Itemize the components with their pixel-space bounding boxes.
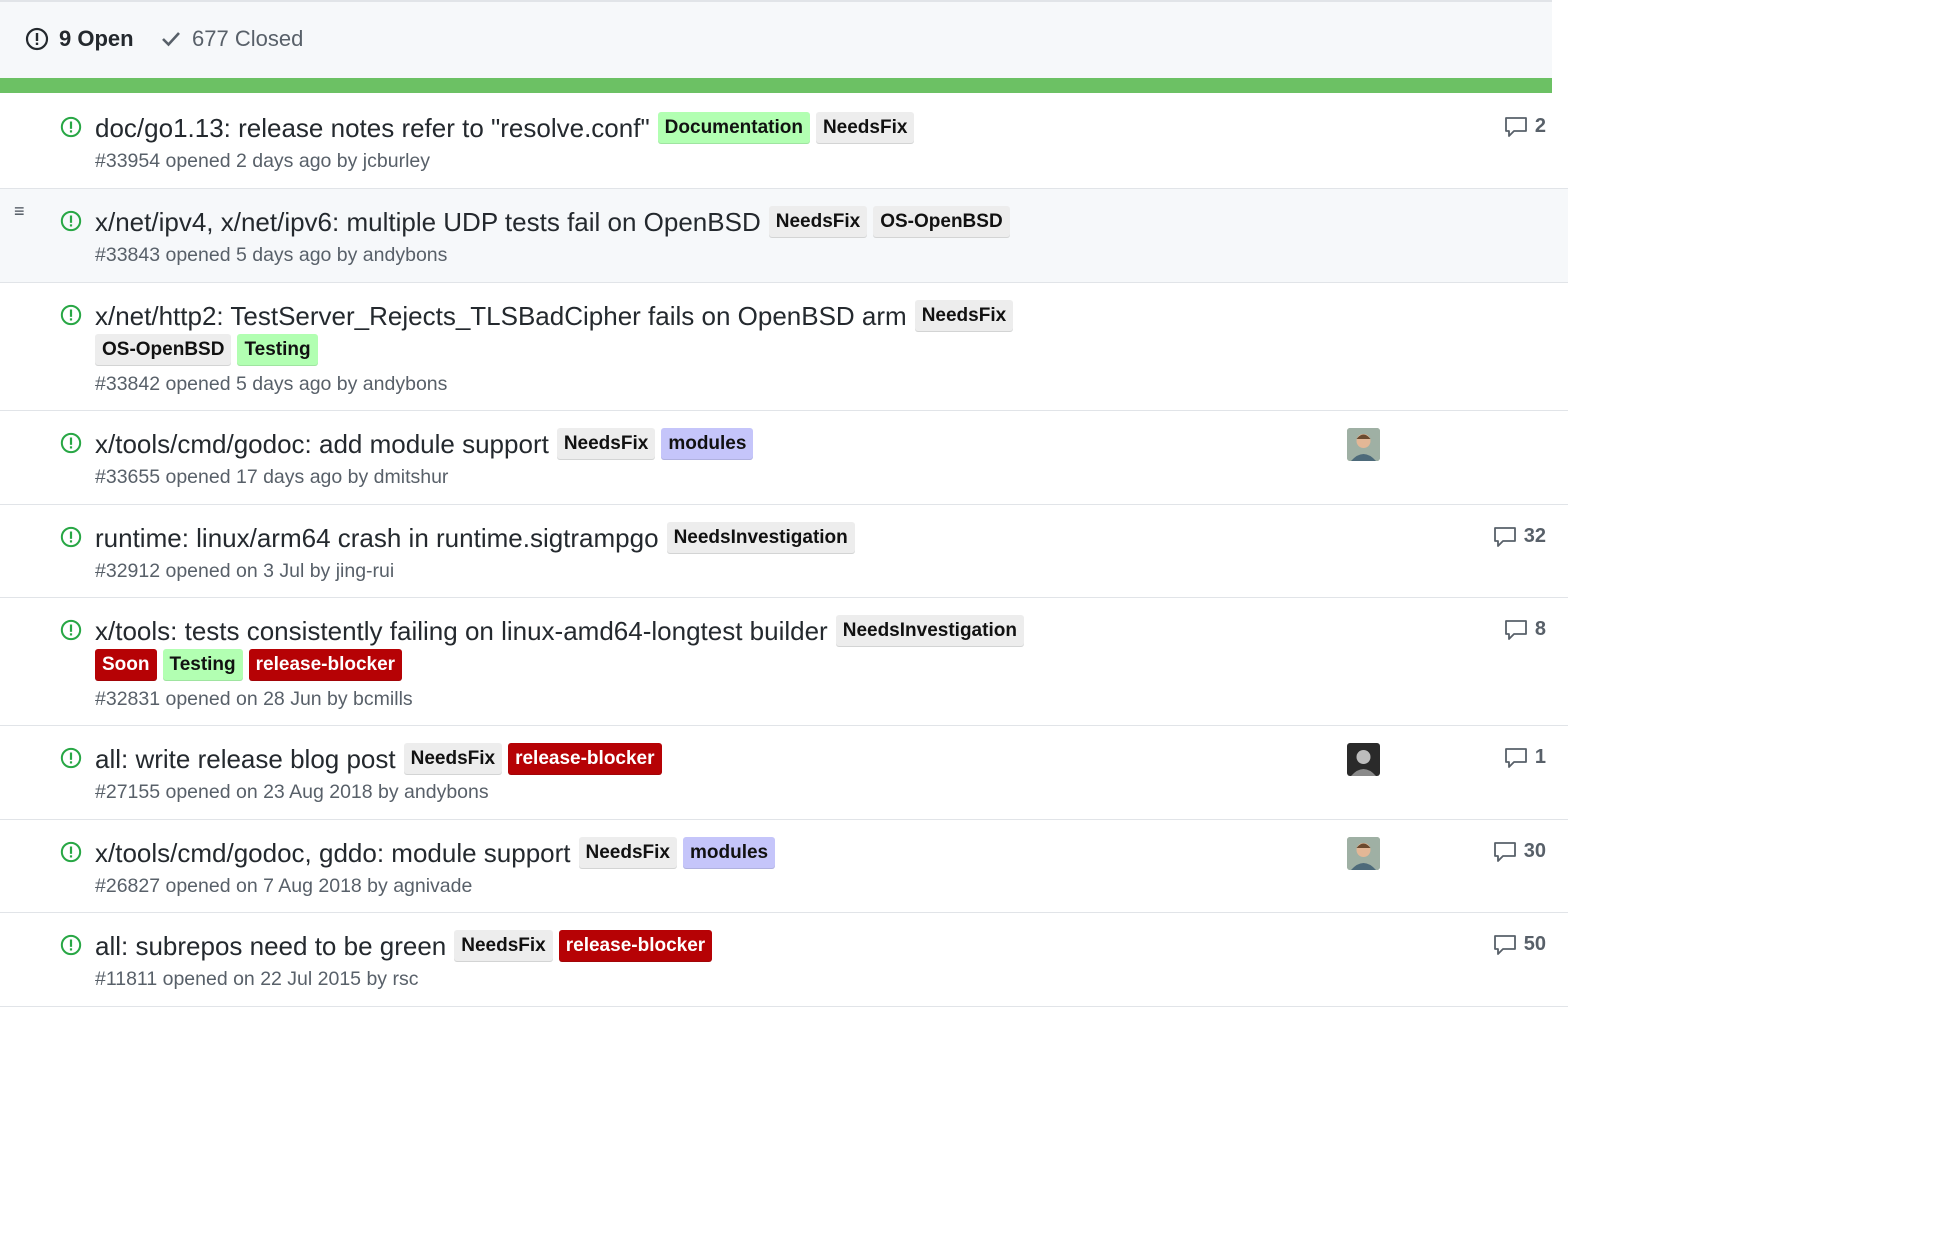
issue-title-line: x/net/http2: TestServer_Rejects_TLSBadCi… [95,300,1019,332]
issue-label[interactable]: Testing [162,649,243,681]
issue-label[interactable]: NeedsFix [578,837,677,869]
issue-row[interactable]: runtime: linux/arm64 crash in runtime.si… [0,505,1568,598]
comments-link[interactable]: 2 [1504,115,1546,138]
comments-link[interactable]: 8 [1504,618,1546,641]
closed-count-label: 677 Closed [192,26,304,51]
issue-title-line: all: write release blog post NeedsFix rele… [95,743,668,775]
issue-label[interactable]: modules [661,428,754,460]
comment-icon [1493,934,1516,955]
issue-title-line: runtime: linux/arm64 crash in runtime.si… [95,522,861,554]
issue-meta: #33954 opened 2 days ago by jcburley [95,150,431,172]
open-count-label: 9 Open [59,26,134,51]
issue-title-link[interactable]: x/net/ipv4, x/net/ipv6: multiple UDP tes… [95,207,761,238]
issue-opened-icon [60,116,82,138]
issue-label[interactable]: release-blocker [248,649,403,681]
comments-link[interactable]: 32 [1493,525,1546,548]
issue-title-line: x/tools: tests consistently failing on l… [95,615,1030,647]
issue-label[interactable]: NeedsInvestigation [835,615,1024,647]
comments-link[interactable]: 1 [1504,746,1546,769]
open-issues-tab[interactable]: 9 Open [25,26,134,52]
comment-count: 2 [1534,115,1546,137]
progress-bar [0,78,1552,93]
issue-title-line: all: subrepos need to be green NeedsFix re… [95,930,718,962]
comment-icon [1504,747,1527,768]
comment-count: 1 [1534,746,1546,768]
issue-opened-icon [60,304,82,326]
issue-label[interactable]: NeedsFix [403,743,503,775]
closed-issues-tab[interactable]: 677 Closed [160,26,303,52]
issue-label[interactable]: Soon [95,649,157,681]
issue-opened-icon [25,27,49,51]
comment-count: 30 [1523,840,1546,862]
issue-label[interactable]: NeedsFix [454,930,553,962]
progress-fill [0,78,1552,93]
issue-opened-icon [60,841,82,863]
assignee-avatar[interactable] [1347,837,1380,870]
comment-icon [1493,841,1516,862]
issue-opened-icon [60,934,82,956]
issue-label[interactable]: NeedsFix [914,300,1014,332]
issue-label[interactable]: Documentation [657,112,810,144]
issue-row[interactable]: ≡ x/net/ipv4, x/net/ipv6: multiple UDP te… [0,189,1568,283]
issue-label[interactable]: NeedsFix [815,112,915,144]
issue-title-link[interactable]: x/tools/cmd/godoc, gddo: module support [95,838,571,869]
issue-labels-line: Soon Testing release-blocker [95,649,408,681]
issue-title-line: x/tools/cmd/godoc, gddo: module support N… [95,837,781,869]
issue-title-link[interactable]: doc/go1.13: release notes refer to "reso… [95,113,650,144]
issue-opened-icon [60,747,82,769]
issue-label[interactable]: NeedsInvestigation [666,522,855,554]
comment-icon [1504,116,1527,137]
issue-title-line: doc/go1.13: release notes refer to "reso… [95,112,920,144]
issue-label[interactable]: NeedsFix [556,428,656,460]
comment-count: 50 [1523,933,1546,955]
issue-title-link[interactable]: x/tools/cmd/godoc: add module support [95,429,549,460]
comment-count: 8 [1534,618,1546,640]
issues-header: 9 Open 677 Closed [0,0,1552,78]
issue-meta: #32912 opened on 3 Jul by jing-rui [95,560,395,582]
issue-row[interactable]: x/net/http2: TestServer_Rejects_TLSBadCi… [0,283,1568,411]
issue-opened-icon [60,210,82,232]
issue-title-link[interactable]: runtime: linux/arm64 crash in runtime.si… [95,523,659,554]
comments-link[interactable]: 50 [1493,933,1546,956]
issue-title-link[interactable]: x/net/http2: TestServer_Rejects_TLSBadCi… [95,301,907,332]
issue-meta: #32831 opened on 28 Jun by bcmills [95,688,413,710]
issue-title-link[interactable]: x/tools: tests consistently failing on l… [95,616,828,647]
issue-meta: #27155 opened on 23 Aug 2018 by andybons [95,781,489,803]
comment-icon [1504,619,1527,640]
issue-row[interactable]: all: subrepos need to be green NeedsFix re… [0,913,1568,1007]
issue-title-link[interactable]: all: subrepos need to be green [95,931,446,962]
issue-label[interactable]: NeedsFix [768,206,868,238]
assignee-avatar[interactable] [1347,428,1380,461]
issue-title-line: x/net/ipv4, x/net/ipv6: multiple UDP tes… [95,206,1016,238]
issue-meta: #33843 opened 5 days ago by andybons [95,244,448,266]
issue-opened-icon [60,526,82,548]
issue-row[interactable]: x/tools: tests consistently failing on l… [0,598,1568,726]
issue-title-link[interactable]: all: write release blog post [95,744,396,775]
issue-opened-icon [60,619,82,641]
issue-label[interactable]: Testing [237,334,318,366]
issue-meta: #26827 opened on 7 Aug 2018 by agnivade [95,875,473,897]
issue-meta: #11811 opened on 22 Jul 2015 by rsc [95,968,419,990]
issue-row[interactable]: x/tools/cmd/godoc: add module support Nee… [0,411,1568,505]
issue-row[interactable]: x/tools/cmd/godoc, gddo: module support N… [0,820,1568,913]
comments-link[interactable]: 30 [1493,840,1546,863]
issue-title-line: x/tools/cmd/godoc: add module support Nee… [95,428,759,460]
issue-label[interactable]: release-blocker [558,930,713,962]
assignee-avatar[interactable] [1347,743,1380,776]
issue-labels-line: OS-OpenBSD Testing [95,334,324,366]
issue-label[interactable]: OS-OpenBSD [873,206,1010,238]
check-icon [162,32,180,47]
issue-label[interactable]: modules [683,837,776,869]
issue-row[interactable]: all: write release blog post NeedsFix rele… [0,726,1568,820]
issue-opened-icon [60,432,82,454]
drag-handle-icon[interactable]: ≡ [14,201,25,222]
issue-label[interactable]: OS-OpenBSD [95,334,232,366]
issue-row[interactable]: doc/go1.13: release notes refer to "reso… [0,95,1568,189]
issue-meta: #33842 opened 5 days ago by andybons [95,373,448,395]
comment-icon [1493,526,1516,547]
comment-count: 32 [1523,525,1546,547]
issue-label[interactable]: release-blocker [508,743,662,775]
issue-meta: #33655 opened 17 days ago by dmitshur [95,466,449,488]
